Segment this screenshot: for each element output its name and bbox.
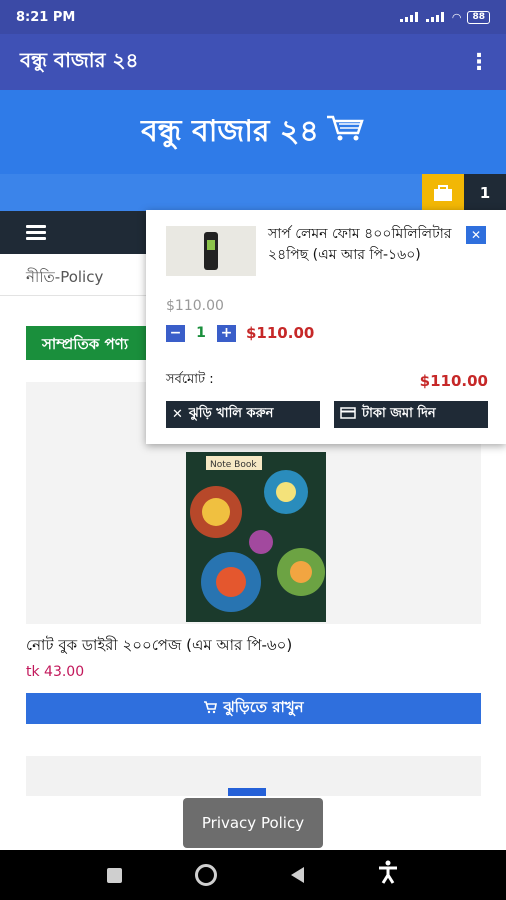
increase-quantity-button[interactable]: + bbox=[217, 324, 236, 342]
recent-apps-icon[interactable] bbox=[106, 867, 122, 883]
cart-count-badge[interactable]: 1 bbox=[464, 174, 506, 211]
cart-icon bbox=[203, 700, 218, 718]
checkout-label: টাকা জমা দিন bbox=[362, 406, 436, 421]
add-to-cart-button[interactable]: ঝুড়িতে রাখুন bbox=[26, 693, 481, 724]
overflow-menu-icon[interactable]: ⋮ bbox=[468, 50, 490, 75]
system-nav-bar bbox=[0, 850, 506, 900]
status-time: 8:21 PM bbox=[16, 9, 76, 25]
add-to-cart-label: ঝুড়িতে রাখুন bbox=[223, 698, 304, 716]
wifi-icon: ◠ bbox=[451, 10, 462, 24]
quantity-value: 1 bbox=[196, 325, 206, 341]
cart-bag-button[interactable] bbox=[422, 174, 464, 211]
notebook-image: Note Book bbox=[186, 452, 326, 622]
hamburger-menu-icon[interactable] bbox=[26, 222, 46, 243]
product-name[interactable]: নোট বুক ডাইরী ২০০পেজ (এম আর পি-৬০) bbox=[26, 634, 292, 659]
back-icon[interactable] bbox=[290, 867, 304, 883]
empty-cart-button[interactable]: ✕ ঝুড়ি খালি করুন bbox=[166, 401, 320, 428]
decrease-quantity-button[interactable]: − bbox=[166, 324, 185, 342]
product-image-2[interactable] bbox=[26, 756, 481, 796]
notebook-cover-text: Note Book bbox=[210, 460, 257, 470]
site-banner[interactable]: বন্ধু বাজার ২৪ bbox=[0, 90, 506, 174]
toast-privacy-policy: Privacy Policy bbox=[183, 798, 323, 848]
signal-icon-2 bbox=[425, 12, 446, 22]
credit-card-icon bbox=[340, 406, 356, 423]
cart-item-image[interactable] bbox=[166, 226, 256, 276]
cart-item-unit-price: $110.00 bbox=[166, 298, 224, 314]
shopping-bag-icon bbox=[434, 184, 452, 201]
remove-item-close-icon[interactable]: ✕ bbox=[466, 226, 486, 244]
cart-logo-icon bbox=[325, 113, 365, 151]
checkout-button[interactable]: টাকা জমা দিন bbox=[334, 401, 488, 428]
battery-icon: 88 bbox=[467, 10, 490, 24]
close-icon: ✕ bbox=[172, 407, 183, 422]
app-title: বন্ধু বাজার ২৪ bbox=[20, 47, 139, 72]
cart-total-row: সর্বমোট : $110.00 bbox=[166, 370, 488, 391]
home-icon[interactable] bbox=[195, 864, 218, 886]
status-bar: 8:21 PM ◠ 88 bbox=[0, 0, 506, 34]
status-icons: ◠ 88 bbox=[399, 10, 490, 24]
app-bar: বন্ধু বাজার ২৪ ⋮ bbox=[0, 34, 506, 90]
line-total: $110.00 bbox=[246, 324, 315, 342]
cart-dropdown: সার্প লেমন ফোম ৪০০মিলিলিটার ২৪পিছ (এম আর… bbox=[146, 210, 506, 444]
cart-total-label: সর্বমোট : bbox=[166, 372, 214, 387]
cart-total-value: $110.00 bbox=[419, 371, 488, 390]
cart-item-name[interactable]: সার্প লেমন ফোম ৪০০মিলিলিটার ২৪পিছ (এম আর… bbox=[268, 224, 468, 266]
accessibility-icon[interactable] bbox=[377, 860, 399, 890]
empty-cart-label: ঝুড়ি খালি করুন bbox=[188, 406, 274, 421]
cart-action-buttons: ✕ ঝুড়ি খালি করুন টাকা জমা দিন bbox=[166, 401, 488, 428]
product-price: tk 43.00 bbox=[26, 664, 85, 680]
quantity-stepper: − 1 + $110.00 bbox=[166, 324, 314, 342]
banner-title: বন্ধু বাজার ২৪ bbox=[141, 113, 319, 149]
signal-icon bbox=[399, 12, 420, 22]
product-2-thumb bbox=[228, 788, 266, 796]
cart-strip: 1 bbox=[0, 174, 506, 211]
